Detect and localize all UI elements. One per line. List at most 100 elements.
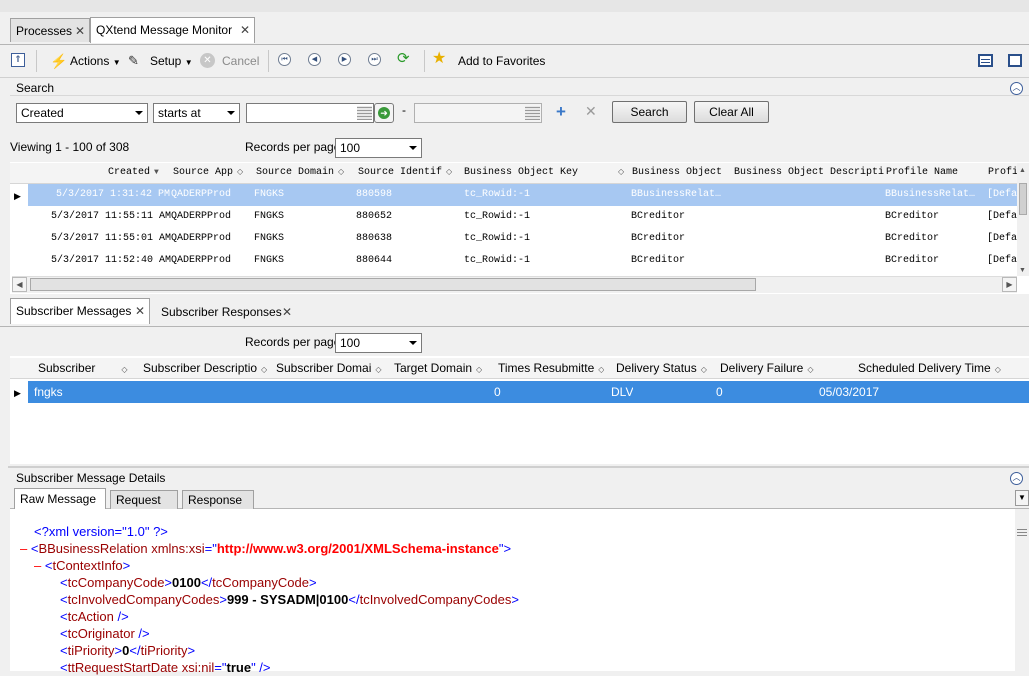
chevron-down-icon[interactable]: ▼ — [1015, 490, 1029, 506]
apply-filter-button[interactable]: ➜ — [374, 103, 394, 123]
tab-subscriber-messages[interactable]: Subscriber Messages ✕ — [10, 298, 150, 324]
toolbar-separator — [36, 50, 37, 72]
window-top-strip — [0, 0, 1029, 12]
column-profile-name[interactable]: Profile Name — [886, 163, 958, 183]
scroll-grip-icon[interactable] — [1017, 527, 1027, 536]
calendar-icon[interactable] — [525, 106, 540, 120]
close-icon[interactable]: ✕ — [75, 19, 85, 43]
remove-criteria-icon[interactable]: ✕ — [585, 103, 597, 120]
column-source-identifier[interactable]: Source Identif ◇ — [358, 163, 452, 183]
scroll-left-icon[interactable]: ◀ — [12, 277, 27, 292]
tab-response[interactable]: Response — [182, 490, 254, 509]
subscriber-records-label: Records per page: — [245, 335, 344, 349]
records-per-page-select[interactable]: 100 — [335, 138, 422, 158]
go-arrow-icon: ➜ — [378, 107, 390, 119]
search-operator-select[interactable]: starts at — [153, 103, 240, 123]
cancel-button[interactable]: Cancel — [222, 52, 259, 70]
column-delivery-failure[interactable]: Delivery Failure ◇ — [720, 358, 814, 378]
scroll-up-icon[interactable]: ▲ — [1019, 167, 1026, 174]
tab-raw-message[interactable]: Raw Message — [14, 488, 106, 509]
records-per-page-label: Records per page: — [245, 140, 344, 154]
column-times-resubmitted[interactable]: Times Resubmitte ◇ — [498, 358, 604, 378]
sort-icon: ◇ — [807, 365, 814, 374]
scroll-right-icon[interactable]: ▶ — [1002, 277, 1017, 292]
xml-element-line: <tcCompanyCode>0100</tcCompanyCode> — [60, 575, 317, 590]
first-page-icon[interactable]: ⏮ — [278, 53, 291, 66]
collapse-node-icon[interactable]: – — [34, 558, 41, 573]
layout-split-icon[interactable] — [978, 54, 993, 67]
xml-element-line: <tcAction /> — [60, 609, 129, 624]
search-from-date-input[interactable] — [246, 103, 374, 123]
message-row[interactable]: 5/3/2017 11:55:11 AM QADERPProd FNGKS 88… — [28, 206, 1017, 228]
message-row[interactable]: 5/3/2017 11:55:01 AM QADERPProd FNGKS 88… — [28, 228, 1017, 250]
column-created[interactable]: Created ▼ — [108, 163, 159, 183]
dropdown-arrow-icon: ▼ — [184, 58, 193, 67]
column-business-object-description[interactable]: Business Object Descripti — [734, 163, 884, 183]
refresh-icon[interactable]: ⟳ — [397, 50, 410, 68]
last-page-icon[interactable]: ⏭ — [368, 53, 381, 66]
column-scheduled-delivery-time[interactable]: Scheduled Delivery Time ◇ — [858, 358, 1001, 378]
close-icon[interactable]: ✕ — [282, 300, 292, 324]
close-icon[interactable]: ✕ — [135, 299, 145, 323]
column-delivery-status[interactable]: Delivery Status ◇ — [616, 358, 707, 378]
xml-element-line: <ttRequestStartDate xsi:nil="true" /> — [60, 660, 271, 675]
search-to-date-input[interactable] — [414, 103, 542, 123]
collapse-details-icon[interactable]: ︿ — [1010, 472, 1023, 485]
tab-processes[interactable]: Processes ✕ — [10, 18, 90, 42]
search-section-title: Search — [16, 81, 55, 95]
layout-single-icon[interactable] — [1008, 54, 1022, 67]
collapse-search-icon[interactable]: ︿ — [1010, 82, 1023, 95]
close-icon[interactable]: ✕ — [240, 18, 250, 42]
scroll-thumb[interactable] — [1019, 183, 1027, 215]
splitter[interactable] — [8, 466, 1029, 468]
message-row[interactable]: 5/3/2017 1:31:42 PM QADERPProd FNGKS 880… — [28, 184, 1017, 206]
main-tab-bar: Processes ✕ QXtend Message Monitor ✕ — [0, 12, 1029, 45]
column-target-domain[interactable]: Target Domain ◇ — [394, 358, 482, 378]
column-source-domain[interactable]: Source Domain ◇ — [256, 163, 344, 183]
scroll-down-icon[interactable]: ▼ — [1019, 267, 1026, 274]
messages-vertical-scrollbar[interactable]: ▲ ▼ — [1017, 163, 1029, 276]
clear-all-button[interactable]: Clear All — [694, 101, 769, 123]
next-page-icon[interactable]: ▶ — [338, 53, 351, 66]
cancel-icon: ✕ — [200, 53, 215, 68]
search-divider — [10, 95, 1029, 96]
sort-icon: ◇ — [598, 365, 605, 374]
tab-request[interactable]: Request — [110, 490, 178, 509]
add-to-favorites-button[interactable]: Add to Favorites — [458, 52, 545, 70]
sort-icon: ◇ — [446, 168, 453, 177]
previous-page-icon[interactable]: ◀ — [308, 53, 321, 66]
messages-grid-header: Created ▼ Source App ◇ Source Domain ◇ Sour… — [10, 163, 1018, 184]
sort-icon: ◇ — [700, 365, 707, 374]
subscriber-row[interactable]: fngks 0 DLV 0 05/03/2017 — [28, 381, 1029, 403]
toolbar-separator — [424, 50, 425, 72]
subscriber-tab-bar: Subscriber Messages ✕ Subscriber Respons… — [0, 296, 1029, 327]
column-business-object-key[interactable]: Business Object Key ◇ — [464, 163, 624, 183]
sort-icon: ◇ — [476, 365, 483, 374]
raw-message-scrollbar[interactable] — [1015, 509, 1029, 671]
messages-horizontal-scrollbar[interactable]: ◀ ▶ — [12, 276, 1017, 293]
column-profile[interactable]: Profi — [988, 163, 1018, 183]
xml-declaration: <?xml version="1.0" ?> — [34, 524, 168, 539]
column-subscriber-description[interactable]: Subscriber Descriptio ◇ — [143, 358, 267, 378]
details-tab-bar: Raw Message Request Response — [10, 488, 1029, 509]
sort-icon: ◇ — [994, 365, 1001, 374]
column-business-object[interactable]: Business Object — [632, 163, 722, 183]
tab-qxtend-message-monitor[interactable]: QXtend Message Monitor ✕ — [90, 17, 255, 43]
scroll-thumb[interactable] — [30, 278, 756, 291]
setup-menu-button[interactable]: Setup ▼ — [150, 52, 193, 70]
subscriber-records-select[interactable]: 100 — [335, 333, 422, 353]
actions-menu-button[interactable]: Actions ▼ — [70, 52, 121, 70]
column-subscriber[interactable]: Subscriber ◇ — [38, 358, 128, 378]
column-subscriber-domain[interactable]: Subscriber Domai ◇ — [276, 358, 382, 378]
collapse-toolbar-icon[interactable]: ⇑ — [11, 53, 25, 67]
add-criteria-icon[interactable]: + — [556, 102, 566, 122]
column-source-app[interactable]: Source App ◇ — [173, 163, 243, 183]
calendar-icon[interactable] — [357, 106, 372, 120]
tab-subscriber-responses[interactable]: Subscriber Responses ✕ — [156, 300, 296, 324]
tab-qxtend-label: QXtend Message Monitor — [96, 23, 233, 37]
collapse-node-icon[interactable]: – — [20, 541, 27, 556]
search-button[interactable]: Search — [612, 101, 687, 123]
xml-element-line: <tiPriority>0</tiPriority> — [60, 643, 196, 658]
search-field-select[interactable]: Created — [16, 103, 148, 123]
message-row[interactable]: 5/3/2017 11:52:40 AM QADERPProd FNGKS 88… — [28, 250, 1017, 272]
